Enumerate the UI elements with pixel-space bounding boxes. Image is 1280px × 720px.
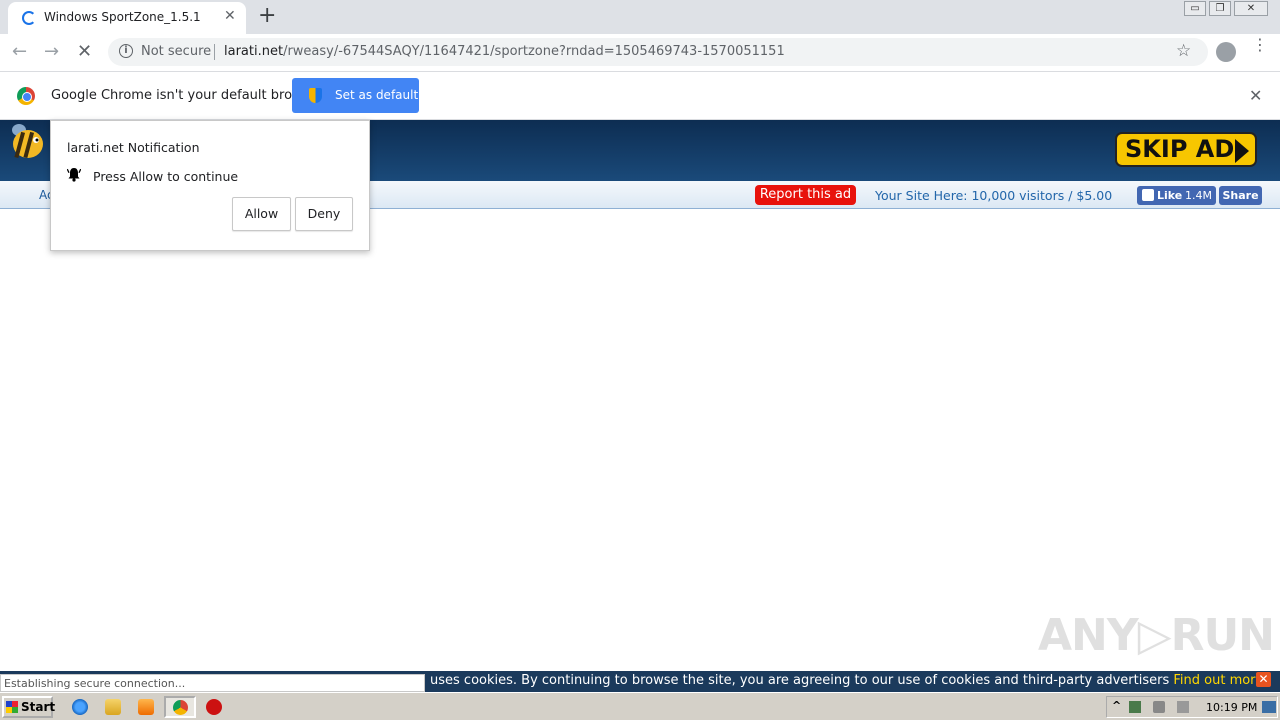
tab-strip: Windows SportZone_1.5.1 ✕ + ▭ ❐ ✕ <box>0 0 1280 34</box>
restore-button[interactable]: ❐ <box>1209 1 1231 16</box>
facebook-share-button[interactable]: Share <box>1219 186 1262 205</box>
advertise-link[interactable]: Your Site Here: 10,000 visitors / $5.00 <box>875 188 1112 203</box>
play-arrow-icon <box>1235 139 1249 163</box>
notification-permission-popup: larati.net Notification Press Allow to c… <box>50 120 370 251</box>
show-desktop-icon[interactable] <box>1262 701 1276 713</box>
info-icon[interactable]: i <box>119 44 133 58</box>
url-text[interactable]: larati.net/rweasy/-67544SAQY/11647421/sp… <box>224 44 785 59</box>
minimize-button[interactable]: ▭ <box>1184 1 1206 16</box>
allow-button[interactable]: Allow <box>232 197 291 231</box>
tab-close-icon[interactable]: ✕ <box>224 8 236 24</box>
tab-title: Windows SportZone_1.5.1 <box>44 10 201 24</box>
facebook-like-button[interactable]: Like 1.4M <box>1137 186 1216 205</box>
forward-button[interactable]: → <box>44 41 59 62</box>
popup-message: Press Allow to continue <box>93 169 239 184</box>
close-window-button[interactable]: ✕ <box>1234 1 1268 16</box>
browser-toolbar: ← → ✕ i Not secure larati.net/rweasy/-67… <box>0 34 1280 72</box>
taskbar-clock[interactable]: 10:19 PM <box>1206 701 1257 714</box>
tray-expand-icon[interactable]: ^ <box>1112 699 1121 712</box>
bell-icon <box>67 168 81 182</box>
chrome-icon <box>173 700 188 715</box>
cookie-message: uses cookies. By continuing to browse th… <box>430 673 1170 688</box>
cookie-close-icon[interactable]: ✕ <box>1256 672 1271 687</box>
bookmark-star-icon[interactable]: ☆ <box>1176 41 1191 61</box>
url-divider <box>214 44 215 60</box>
profile-avatar-icon[interactable] <box>1216 42 1236 62</box>
infobar-close-icon[interactable]: ✕ <box>1249 86 1262 105</box>
windows-logo-icon <box>6 701 18 713</box>
cookie-text: uses cookies. By continuing to browse th… <box>430 673 1267 688</box>
infobar-message: Google Chrome isn't your default browser <box>51 88 323 103</box>
deny-button[interactable]: Deny <box>295 197 353 231</box>
popup-title: larati.net Notification <box>67 140 200 155</box>
internet-explorer-icon[interactable] <box>72 699 88 715</box>
windows-taskbar: Start ^ 10:19 PM <box>0 692 1280 720</box>
default-browser-infobar: Google Chrome isn't your default browser… <box>0 72 1280 120</box>
fb-like-count: 1.4M <box>1185 189 1212 202</box>
skip-ad-button[interactable]: SKIP AD <box>1115 132 1257 167</box>
anyrun-watermark: ANY▷RUN <box>1038 610 1275 661</box>
browser-tab[interactable]: Windows SportZone_1.5.1 ✕ <box>8 2 246 34</box>
skip-ad-label: SKIP AD <box>1125 135 1235 163</box>
chrome-menu-icon[interactable]: ⋮ <box>1252 37 1268 53</box>
url-host: larati.net <box>224 44 284 59</box>
find-out-more-link[interactable]: Find out more. <box>1173 673 1267 688</box>
report-ad-button[interactable]: Report this ad <box>755 185 856 205</box>
back-button[interactable]: ← <box>12 41 27 62</box>
thumbs-up-icon <box>1142 189 1154 201</box>
taskbar-chrome-active[interactable] <box>164 696 196 718</box>
start-label: Start <box>21 700 56 714</box>
not-secure-label[interactable]: Not secure <box>141 44 211 59</box>
loading-spinner-icon <box>22 11 36 25</box>
chrome-logo-icon <box>17 87 35 105</box>
status-bubble: Establishing secure connection... <box>0 674 425 692</box>
stop-loading-button[interactable]: ✕ <box>77 41 92 62</box>
address-bar[interactable]: i Not secure larati.net/rweasy/-67544SAQ… <box>108 38 1208 66</box>
start-button[interactable]: Start <box>2 696 56 718</box>
bee-logo-icon <box>12 124 43 159</box>
system-tray: ^ 10:19 PM <box>1106 696 1278 718</box>
network-icon[interactable] <box>1129 701 1141 713</box>
new-tab-button[interactable]: + <box>258 3 276 28</box>
set-default-label: Set as default <box>335 88 419 102</box>
volume-icon[interactable] <box>1153 701 1165 713</box>
uac-shield-icon <box>309 88 322 103</box>
url-path: /rweasy/-67544SAQY/11647421/sportzone?rn… <box>283 44 785 59</box>
set-as-default-button[interactable]: Set as default <box>292 78 419 113</box>
file-explorer-icon[interactable] <box>105 699 121 715</box>
fb-like-label: Like <box>1157 189 1183 202</box>
opera-icon[interactable] <box>206 699 222 715</box>
media-player-icon[interactable] <box>138 699 154 715</box>
action-center-flag-icon[interactable] <box>1177 701 1189 713</box>
